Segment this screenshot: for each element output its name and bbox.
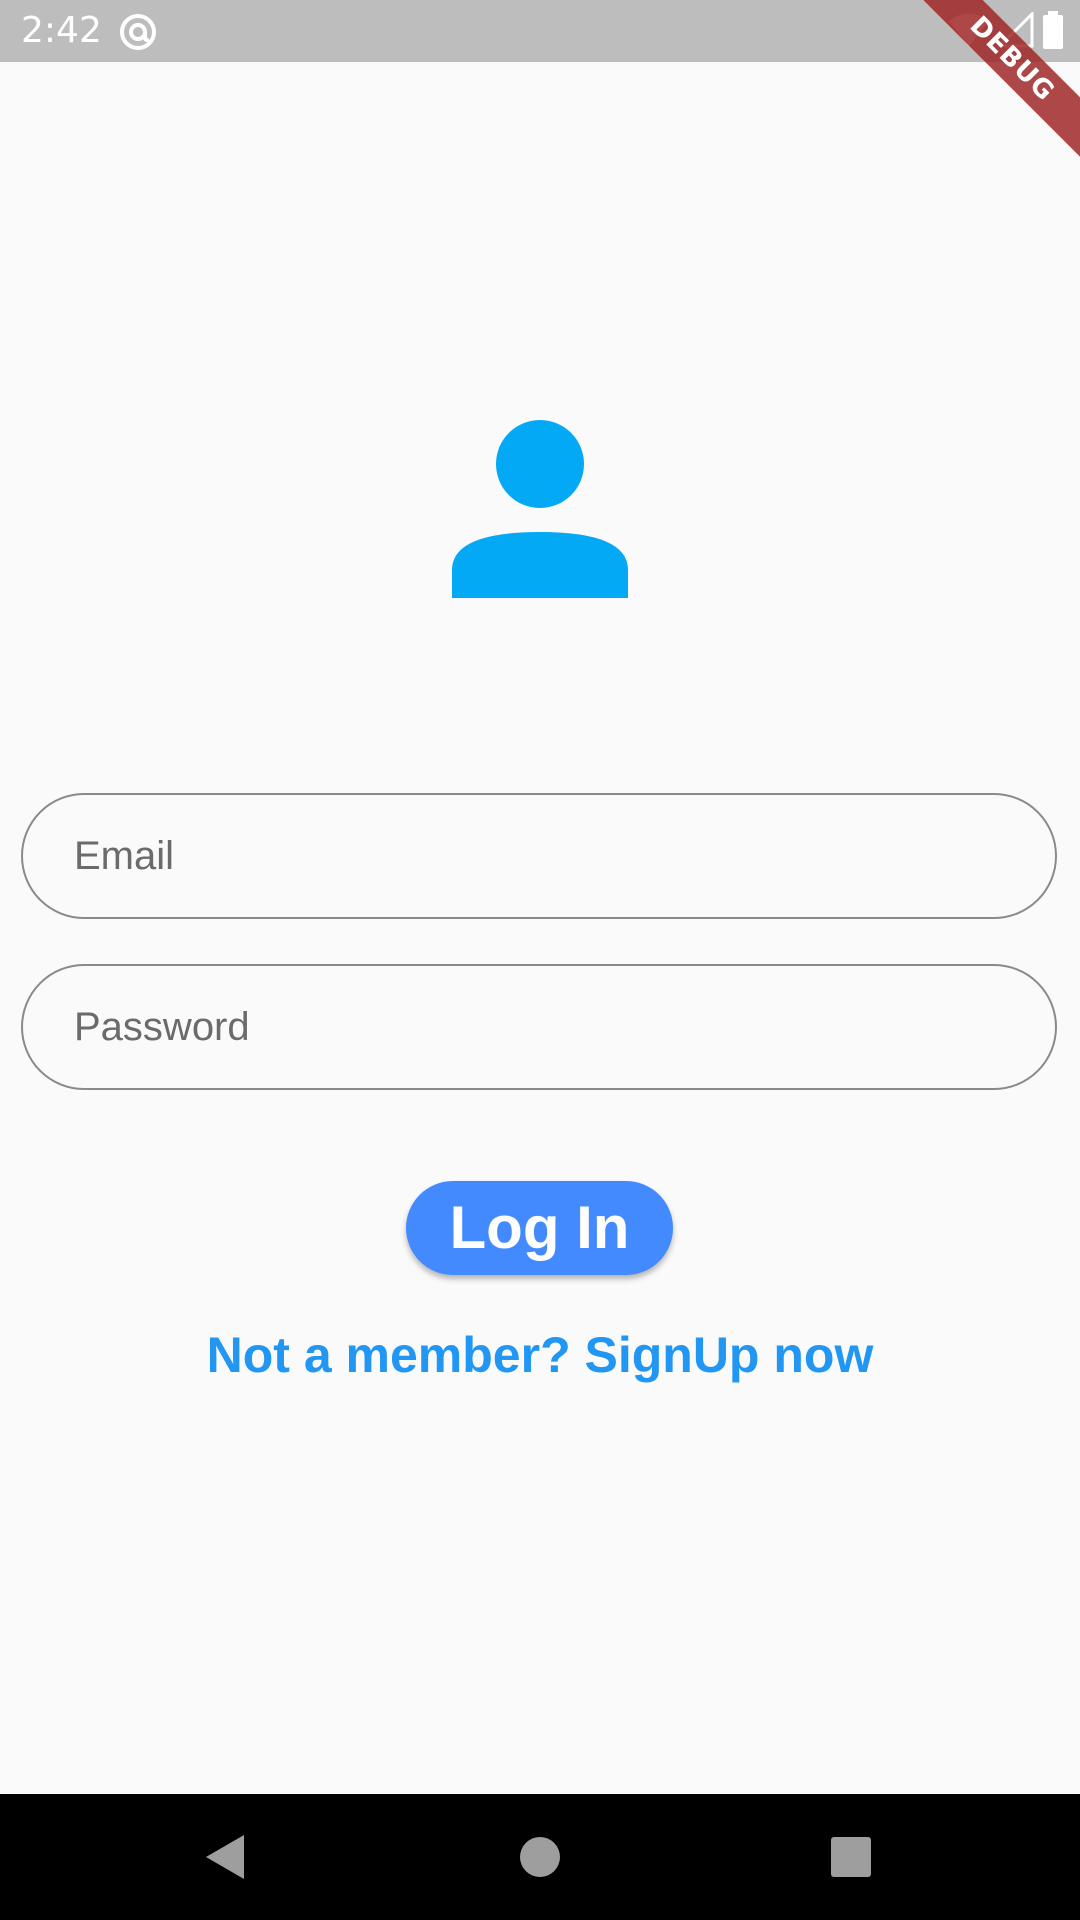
at-sign-notification-icon: [118, 12, 158, 52]
back-icon[interactable]: [196, 1827, 256, 1887]
home-icon[interactable]: [510, 1827, 570, 1887]
signup-link[interactable]: Not a member? SignUp now: [0, 1320, 1080, 1390]
password-input[interactable]: [74, 966, 1004, 1088]
wifi-icon: [948, 12, 990, 53]
login-button[interactable]: Log In: [406, 1181, 673, 1275]
cell-signal-icon: [996, 9, 1034, 53]
recents-icon[interactable]: [821, 1827, 881, 1887]
battery-icon: [1042, 10, 1064, 54]
status-bar: 2:42: [0, 0, 1080, 62]
login-screen: 2:42 DEBUG Email Log In Not a member? Si…: [0, 0, 1080, 1920]
navigation-bar: [0, 1794, 1080, 1920]
person-icon: [452, 420, 628, 598]
password-field[interactable]: [21, 964, 1057, 1090]
status-icons: [948, 9, 1064, 54]
email-input[interactable]: [74, 795, 1004, 917]
status-time: 2:42: [21, 10, 102, 51]
email-field[interactable]: [21, 793, 1057, 919]
